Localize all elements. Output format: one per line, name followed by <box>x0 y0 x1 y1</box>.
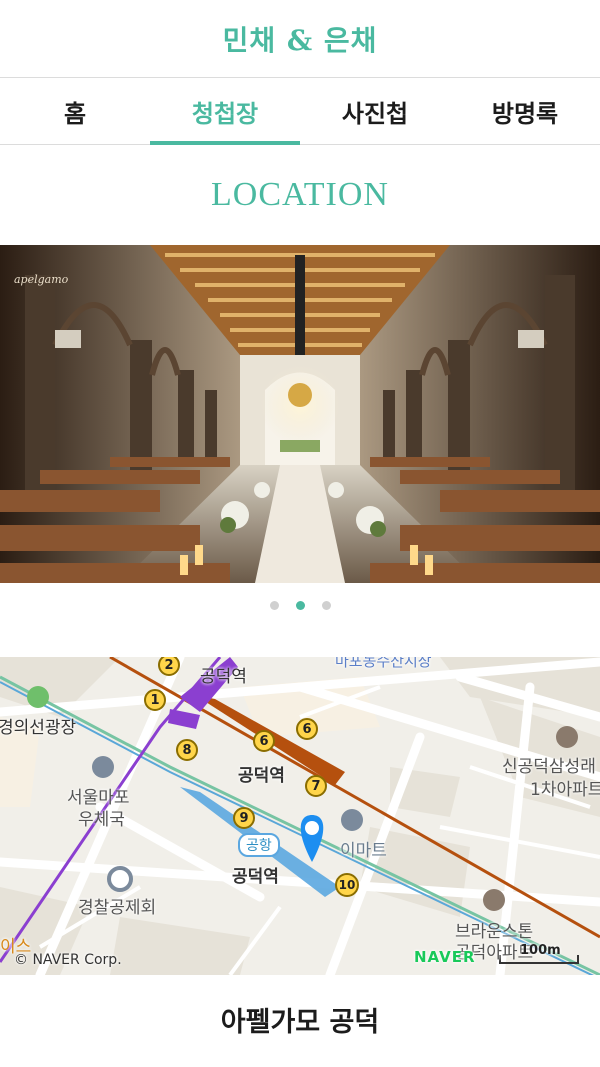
tab-home[interactable]: 홈 <box>0 78 150 144</box>
map-label-apartment[interactable]: 신공덕삼성래 <box>502 752 596 777</box>
map-label-emart[interactable]: 이마트 <box>340 836 387 861</box>
map-label-police[interactable]: 경찰공제회 <box>78 893 156 918</box>
photo-watermark: apelgamo <box>14 273 69 286</box>
exit-badge: 8 <box>176 739 198 761</box>
airport-line-badge: 공항 <box>238 833 280 857</box>
exit-badge: 7 <box>305 775 327 797</box>
slide-indicator <box>0 601 600 613</box>
slide-dot-1[interactable] <box>269 601 279 610</box>
exit-badge: 10 <box>335 873 359 897</box>
exit-badge: 6 <box>253 730 275 752</box>
map-label-station[interactable]: 공덕역 <box>200 662 247 687</box>
naver-logo: NAVER <box>414 948 476 966</box>
chapel-illustration: apelgamo <box>0 245 600 583</box>
slide-dot-3[interactable] <box>321 601 331 610</box>
venue-photo[interactable]: apelgamo <box>0 245 600 583</box>
exit-badge: 9 <box>233 807 255 829</box>
tab-invitation[interactable]: 청첩장 <box>150 78 300 145</box>
slide-dot-2[interactable] <box>295 601 305 610</box>
map-label-apartment-2: 1차아파트 <box>530 780 600 800</box>
couple-title[interactable]: 민채 & 은채 <box>223 19 378 59</box>
exit-badge: 1 <box>144 689 166 711</box>
map-label-plaza[interactable]: 경의선광장 <box>0 713 76 738</box>
location-map[interactable]: 2 1 6 6 7 8 9 10 공덕역 마포농수산시장 경의선광장 서울마포 … <box>0 657 600 975</box>
venue-name: 아펠가모 공덕 <box>220 1007 380 1038</box>
app-header: 민채 & 은채 <box>0 0 600 78</box>
map-label-post-office-2: 우체국 <box>78 810 125 830</box>
tab-guestbook[interactable]: 방명록 <box>450 78 600 144</box>
map-label-station-bottom[interactable]: 공덕역 <box>232 862 279 887</box>
map-scale: 100m <box>520 943 561 958</box>
tab-gallery[interactable]: 사진첩 <box>300 78 450 144</box>
map-label-market[interactable]: 마포농수산시장 <box>335 657 432 671</box>
map-label-station-mid[interactable]: 공덕역 <box>238 761 285 786</box>
nav-tabs: 홈 청첩장 사진첩 방명록 <box>0 78 600 145</box>
section-title: LOCATION <box>211 176 389 213</box>
map-copyright: © NAVER Corp. <box>14 952 122 968</box>
exit-badge: 6 <box>296 718 318 740</box>
